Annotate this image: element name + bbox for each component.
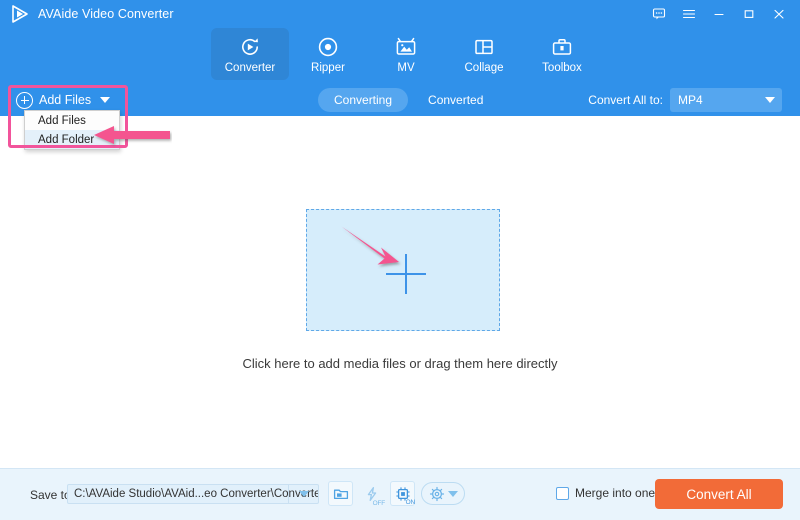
hardware-acceleration-badge: OFF [373,500,385,507]
close-icon[interactable] [764,0,794,28]
convert-all-button[interactable]: Convert All [655,479,783,509]
grid-layout-icon [472,35,496,59]
segment-converted-label: Converted [428,93,483,107]
segment-converting-label: Converting [334,93,392,107]
folder-icon [333,486,349,502]
chevron-down-icon [299,491,309,497]
window-controls [644,0,794,28]
tab-converter-label: Converter [225,62,276,74]
status-segment-group: Converting Converted [318,88,499,112]
title-bar: AVAide Video Converter [0,0,800,28]
photo-frame-icon [394,35,418,59]
chevron-down-icon [448,491,458,497]
menu-item-add-folder-label: Add Folder [38,134,94,146]
gear-icon [429,486,445,502]
tab-collage[interactable]: Collage [445,28,523,80]
tab-toolbox[interactable]: Toolbox [523,28,601,80]
maximize-icon[interactable] [734,0,764,28]
convert-circular-arrow-icon [238,35,262,59]
convert-all-button-label: Convert All [686,487,751,502]
tab-collage-label: Collage [465,62,504,74]
bottom-mini-toolbar: OFF ON [328,481,465,506]
save-path-value: C:\AVAide Studio\AVAid...eo Converter\Co… [68,488,318,500]
add-files-dropdown-menu: Add Files Add Folder [24,110,120,150]
tab-mv-label: MV [397,62,414,74]
menu-icon[interactable] [674,0,704,28]
feedback-icon[interactable] [644,0,674,28]
play-logo-icon [9,3,31,25]
tab-toolbox-label: Toolbox [542,62,582,74]
dropzone-caption: Click here to add media files or drag th… [0,356,800,371]
plus-icon [386,254,426,294]
open-folder-button[interactable] [328,481,353,506]
disc-icon [316,35,340,59]
tab-converter[interactable]: Converter [211,28,289,80]
menu-item-add-folder[interactable]: Add Folder [25,130,119,149]
plus-circle-icon [16,92,33,109]
output-format-value: MP4 [678,93,703,107]
segment-converted[interactable]: Converted [412,88,499,112]
action-toolbar: Add Files Converting Converted Convert A… [0,84,800,116]
gpu-acceleration-button[interactable]: ON [390,481,415,506]
main-content: Click here to add media files or drag th… [0,116,800,468]
add-files-label: Add Files [39,93,91,107]
gpu-acceleration-badge: ON [406,499,415,506]
toolbox-icon [550,35,574,59]
main-navigation: Converter Ripper [0,28,800,84]
tab-mv[interactable]: MV [367,28,445,80]
convert-all-to-group: Convert All to: MP4 [588,88,782,112]
app-window: AVAide Video Converter [0,0,800,520]
chevron-down-icon [100,97,110,103]
settings-button[interactable] [421,482,465,505]
app-title: AVAide Video Converter [38,7,174,21]
segment-converting[interactable]: Converting [318,88,408,112]
output-format-select[interactable]: MP4 [670,88,782,112]
checkbox-box [556,487,569,500]
convert-all-to-label: Convert All to: [588,93,663,107]
hardware-acceleration-button[interactable]: OFF [359,481,384,506]
menu-item-add-files[interactable]: Add Files [25,111,119,130]
tab-ripper[interactable]: Ripper [289,28,367,80]
path-dropdown-button[interactable] [288,485,318,503]
tab-ripper-label: Ripper [311,62,345,74]
save-path-input[interactable]: C:\AVAide Studio\AVAid...eo Converter\Co… [67,484,319,504]
minimize-icon[interactable] [704,0,734,28]
add-files-button[interactable]: Add Files [16,88,110,112]
chevron-down-icon [765,97,775,103]
media-dropzone[interactable] [306,209,500,331]
menu-item-add-files-label: Add Files [38,115,86,127]
